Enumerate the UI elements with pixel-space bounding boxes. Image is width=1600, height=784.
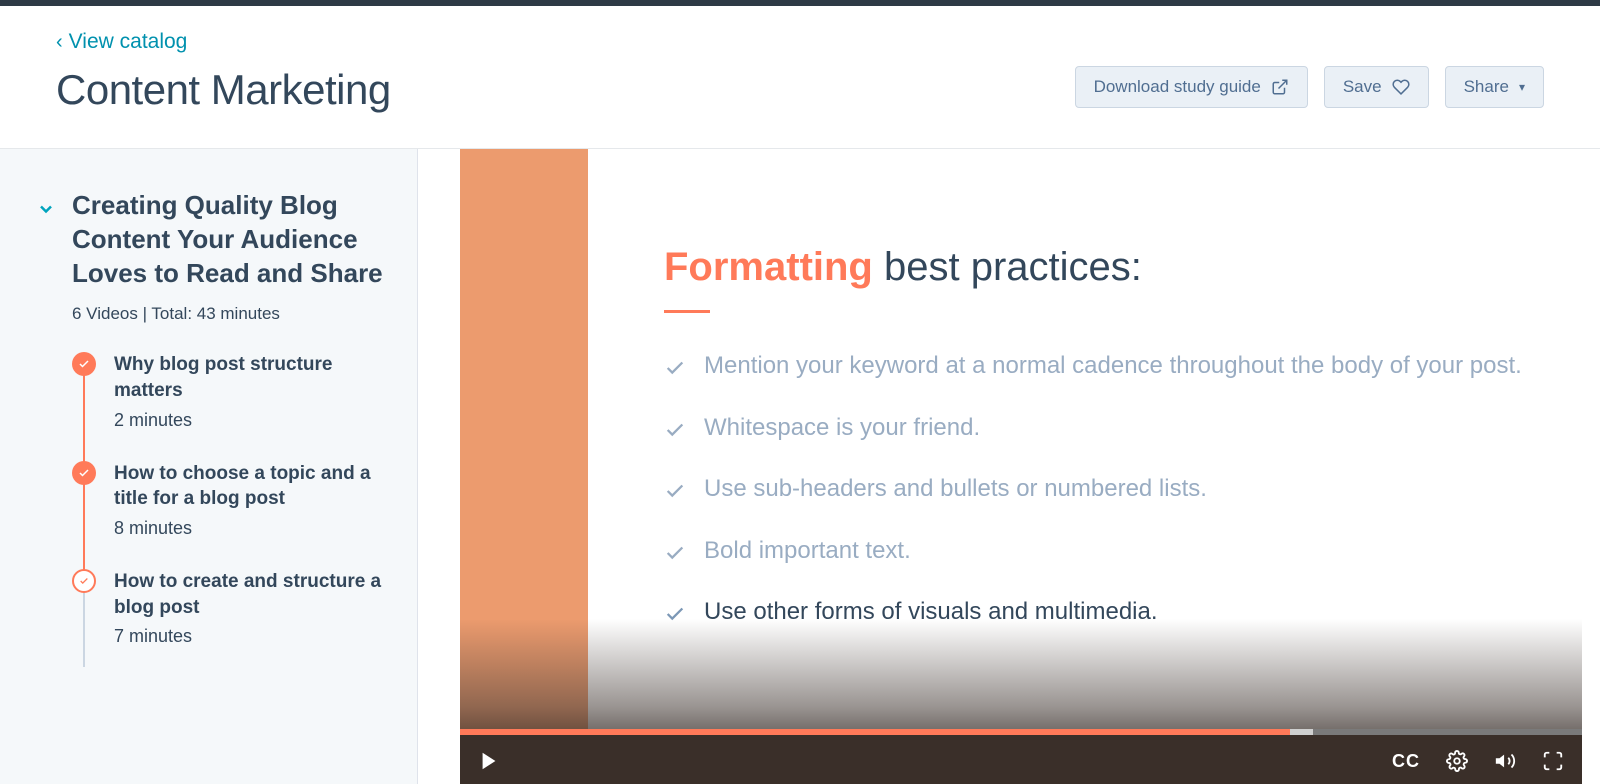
bullet-text: Mention your keyword at a normal cadence… [704, 349, 1522, 383]
heart-icon [1392, 78, 1410, 96]
slide-bullets: Mention your keyword at a normal cadence… [664, 349, 1522, 635]
controls-right: CC [1392, 750, 1564, 772]
lesson-item[interactable]: How to create and structure a blog post … [72, 569, 389, 647]
slide-bullet: Mention your keyword at a normal cadence… [664, 349, 1522, 389]
bullet-text: Use other forms of visuals and multimedi… [704, 595, 1158, 629]
slide-bullet: Whitespace is your friend. [664, 411, 1522, 451]
page-title: Content Marketing [56, 66, 391, 114]
lesson-text: How to create and structure a blog post … [114, 569, 389, 647]
bullet-text: Bold important text. [704, 534, 911, 568]
share-button[interactable]: Share ▾ [1445, 66, 1544, 108]
check-icon [78, 358, 90, 370]
header-left: ‹ View catalog Content Marketing [56, 30, 391, 114]
volume-button[interactable] [1494, 750, 1516, 772]
save-button[interactable]: Save [1324, 66, 1429, 108]
video-area: Formatting best practices: Mention your … [418, 149, 1600, 784]
main-body: Creating Quality Blog Content Your Audi­… [0, 149, 1600, 784]
back-to-catalog-link[interactable]: ‹ View catalog [56, 30, 391, 54]
slide-accent-stripe [460, 149, 588, 729]
chevron-left-icon: ‹ [56, 31, 63, 54]
section-title: Creating Quality Blog Content Your Audi­… [72, 189, 389, 290]
check-icon [664, 601, 686, 635]
check-icon [664, 417, 686, 451]
lesson-text: How to choose a topic and a title for a … [114, 461, 389, 539]
check-icon [79, 576, 89, 586]
header-actions: Download study guide Save Share ▾ [1075, 66, 1544, 108]
video-slide[interactable]: Formatting best practices: Mention your … [460, 149, 1582, 729]
lesson-item[interactable]: Why blog post structure matters 2 minute… [72, 352, 389, 430]
play-button[interactable] [478, 750, 500, 772]
lesson-sidebar: Creating Quality Blog Content Your Audi­… [0, 149, 418, 784]
section-meta: 6 Videos | Total: 43 minutes [72, 304, 389, 324]
lesson-title: Why blog post structure matters [114, 352, 389, 403]
save-label: Save [1343, 77, 1382, 97]
status-dot-done [72, 461, 96, 485]
bullet-text: Use sub-headers and bullets or numbered … [704, 472, 1207, 506]
lesson-duration: 7 minutes [114, 626, 389, 647]
lesson-duration: 2 minutes [114, 410, 389, 431]
slide-bullet: Bold important text. [664, 534, 1522, 574]
check-icon [664, 478, 686, 512]
section-header[interactable]: Creating Quality Blog Content Your Audi­… [36, 189, 389, 290]
video-controls: CC [460, 735, 1582, 784]
check-icon [664, 540, 686, 574]
lesson-list: Why blog post structure matters 2 minute… [72, 352, 389, 647]
closed-captions-button[interactable]: CC [1392, 751, 1420, 772]
check-icon [78, 467, 90, 479]
download-label: Download study guide [1094, 77, 1261, 97]
lesson-text: Why blog post structure matters 2 minute… [114, 352, 389, 430]
share-label: Share [1464, 77, 1509, 97]
caret-down-icon: ▾ [1519, 80, 1525, 94]
fullscreen-icon [1542, 750, 1564, 772]
download-study-guide-button[interactable]: Download study guide [1075, 66, 1308, 108]
status-dot-done [72, 352, 96, 376]
bullet-text: Whitespace is your friend. [704, 411, 980, 445]
play-icon [478, 750, 500, 772]
slide-bullet: Use sub-headers and bullets or numbered … [664, 472, 1522, 512]
status-dot-current [72, 569, 96, 593]
slide-bullet-active: Use other forms of visuals and multimedi… [664, 595, 1522, 635]
lesson-title: How to create and structure a blog post [114, 569, 389, 620]
check-icon [664, 355, 686, 389]
lesson-title: How to choose a topic and a title for a … [114, 461, 389, 512]
lesson-duration: 8 minutes [114, 518, 389, 539]
external-link-icon [1271, 78, 1289, 96]
slide-underline [664, 310, 710, 313]
fullscreen-button[interactable] [1542, 750, 1564, 772]
gear-icon [1446, 750, 1468, 772]
back-link-label: View catalog [69, 30, 188, 54]
video-player: Formatting best practices: Mention your … [460, 149, 1582, 784]
settings-button[interactable] [1446, 750, 1468, 772]
page-header: ‹ View catalog Content Marketing Downloa… [0, 6, 1600, 149]
controls-left [478, 750, 500, 772]
volume-icon [1494, 750, 1516, 772]
slide-heading: Formatting best practices: [664, 245, 1522, 290]
chevron-down-icon [36, 199, 56, 224]
lesson-item[interactable]: How to choose a topic and a title for a … [72, 461, 389, 539]
slide-heading-accent: Formatting [664, 245, 873, 289]
slide-content: Formatting best practices: Mention your … [588, 149, 1582, 729]
slide-heading-rest: best practices: [873, 245, 1142, 289]
